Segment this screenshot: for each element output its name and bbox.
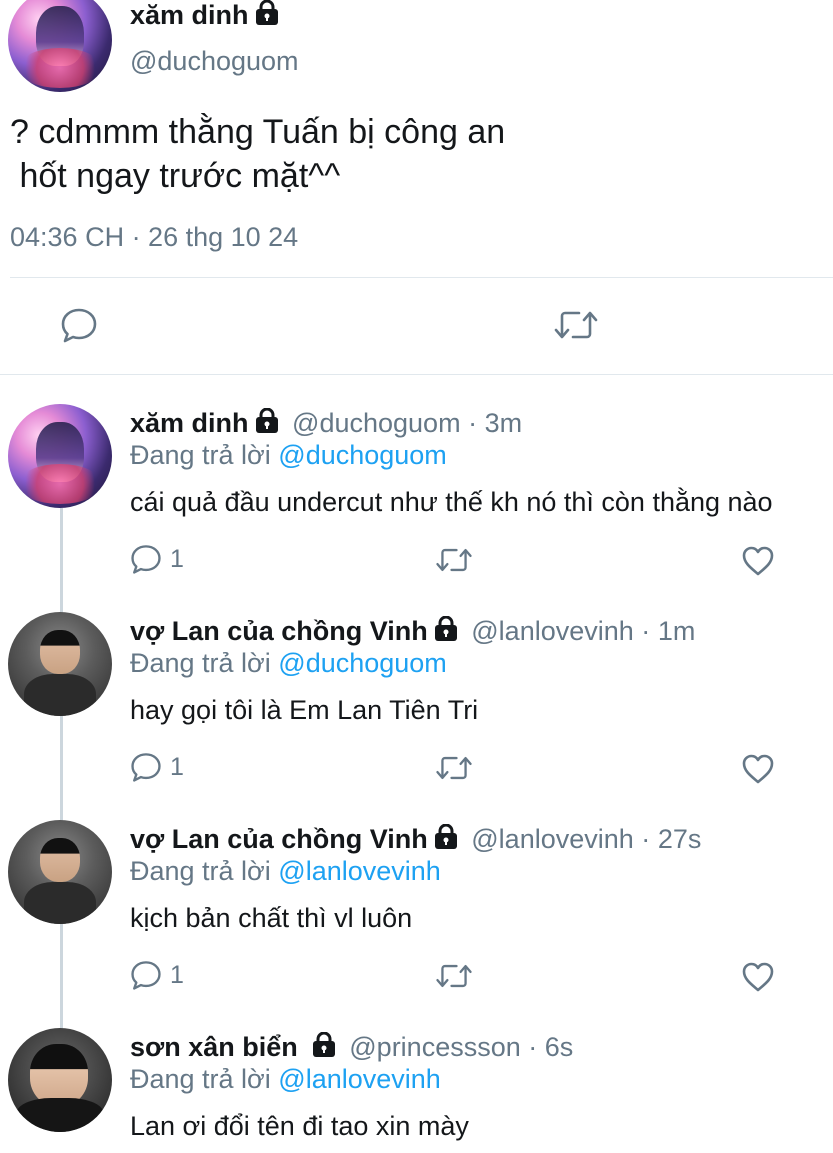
reply-4-time[interactable]: 6s (545, 1032, 574, 1062)
like-icon (742, 962, 774, 992)
reply-3-avatar[interactable] (8, 820, 112, 924)
reply-2-like-button[interactable] (741, 753, 775, 785)
lock-icon (434, 823, 458, 857)
reply-2-time[interactable]: 1m (658, 616, 696, 646)
reply-3-reply-count: 1 (170, 960, 184, 989)
reply-1-time[interactable]: 3m (485, 408, 523, 438)
retweet-icon (436, 548, 472, 572)
reply-1-reply-count: 1 (170, 544, 184, 573)
like-icon (742, 754, 774, 784)
reply-3-name-row[interactable]: vợ Lan của chồng Vinh @lanlovevinh · 27s (130, 823, 702, 857)
reply-3-time[interactable]: 27s (658, 824, 702, 854)
retweet-icon (436, 964, 472, 988)
comment-icon (61, 308, 97, 343)
reply-2-retweet-button[interactable] (435, 752, 473, 784)
reply-1-meta: @duchoguom · 3m (292, 408, 523, 438)
main-tweet-timestamp[interactable]: 04:36 CH · 26 thg 10 24 (10, 222, 298, 253)
reply-2-reply-button[interactable]: 1 (130, 751, 184, 783)
reply-1-handle[interactable]: @duchoguom (292, 408, 461, 438)
lock-icon (255, 0, 279, 33)
comment-icon (131, 753, 161, 782)
reply-2-name[interactable]: vợ Lan của chồng Vinh (130, 616, 428, 646)
retweet-icon (554, 311, 598, 339)
reply-1-name[interactable]: xăm dinh (130, 408, 249, 438)
thread-connector (60, 716, 63, 822)
lock-icon (312, 1031, 336, 1065)
reply-2-mention-link[interactable]: @duchoguom (278, 648, 447, 678)
reply-1-avatar[interactable] (8, 404, 112, 508)
reply-1-name-row[interactable]: xăm dinh @duchoguom · 3m (130, 407, 523, 441)
main-tweet-text: ? cdmmm thằng Tuấn bị công an hốt ngay t… (10, 110, 505, 198)
reply-3-text: kịch bản chất thì vl luôn (130, 903, 413, 933)
main-tweet-text-line1: ? cdmmm thằng Tuấn bị công an (10, 113, 506, 151)
reply-2-replying-to: Đang trả lời @duchoguom (130, 648, 447, 678)
reply-4-mention-link[interactable]: @lanlovevinh (278, 1064, 441, 1094)
reply-1-text: cái quả đầu undercut như thế kh nó thì c… (130, 487, 773, 517)
reply-1-mention-link[interactable]: @duchoguom (278, 440, 447, 470)
reply-2-name-row[interactable]: vợ Lan của chồng Vinh @lanlovevinh · 1m (130, 615, 696, 649)
reply-2-avatar[interactable] (8, 612, 112, 716)
thread-connector (60, 924, 63, 1030)
reply-1-retweet-button[interactable] (435, 544, 473, 576)
actions-divider (0, 374, 833, 375)
reply-3-handle[interactable]: @lanlovevinh (471, 824, 634, 854)
main-author-avatar[interactable] (8, 0, 112, 92)
main-tweet-text-line2: hốt ngay trước mặt^^ (10, 157, 341, 195)
retweet-icon (436, 756, 472, 780)
main-retweet-button[interactable] (553, 306, 599, 344)
reply-1-reply-button[interactable]: 1 (130, 543, 184, 575)
comment-icon (131, 961, 161, 990)
reply-4-meta: @princessson · 6s (349, 1032, 574, 1062)
reply-3-name[interactable]: vợ Lan của chồng Vinh (130, 824, 428, 854)
reply-3-like-button[interactable] (741, 961, 775, 993)
main-author-name[interactable]: xăm dinh (130, 0, 249, 30)
reply-4-text: Lan ơi đổi tên đi tao xin mày (130, 1111, 469, 1141)
reply-2-reply-count: 1 (170, 752, 184, 781)
main-tweet-divider (10, 277, 833, 278)
reply-2-text: hay gọi tôi là Em Lan Tiên Tri (130, 695, 479, 725)
main-author-name-row[interactable]: xăm dinh (130, 0, 279, 33)
reply-3-reply-button[interactable]: 1 (130, 959, 184, 991)
lock-icon (434, 615, 458, 649)
reply-4-avatar[interactable] (8, 1028, 112, 1132)
reply-4-name-row[interactable]: sơn xân biển @princessson · 6s (130, 1031, 574, 1065)
reply-3-retweet-button[interactable] (435, 960, 473, 992)
thread-connector (60, 508, 63, 614)
reply-4-replying-to: Đang trả lời @lanlovevinh (130, 1064, 441, 1094)
reply-2-handle[interactable]: @lanlovevinh (471, 616, 634, 646)
reply-3-mention-link[interactable]: @lanlovevinh (278, 856, 441, 886)
reply-4-name[interactable]: sơn xân biển (130, 1032, 298, 1062)
comment-icon (131, 545, 161, 574)
reply-3-replying-to: Đang trả lời @lanlovevinh (130, 856, 441, 886)
reply-3-meta: @lanlovevinh · 27s (471, 824, 702, 854)
lock-icon (255, 407, 279, 441)
reply-2-meta: @lanlovevinh · 1m (471, 616, 696, 646)
reply-1-like-button[interactable] (741, 545, 775, 577)
like-icon (742, 546, 774, 576)
main-author-handle[interactable]: @duchoguom (130, 46, 299, 77)
main-reply-button[interactable] (60, 306, 98, 344)
reply-4-handle[interactable]: @princessson (349, 1032, 520, 1062)
reply-1-replying-to: Đang trả lời @duchoguom (130, 440, 447, 470)
